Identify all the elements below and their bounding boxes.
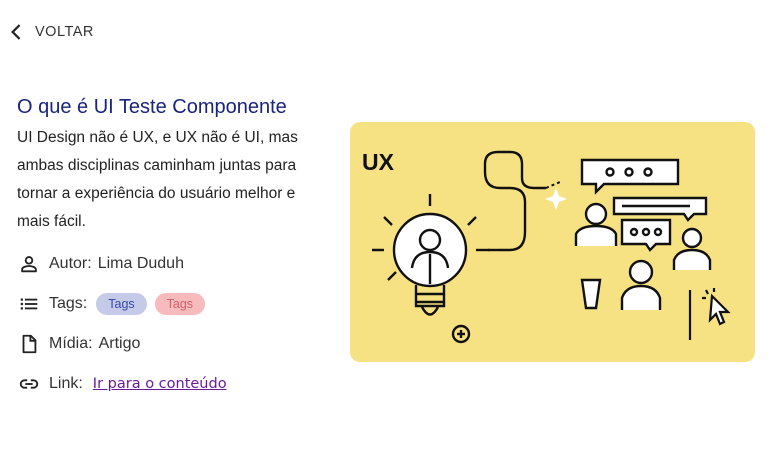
tags-label: Tags: <box>49 295 88 312</box>
sparkle-icon <box>545 188 567 210</box>
author-row: Autor: Lima Duduh <box>17 252 184 276</box>
author-value: Lima Duduh <box>97 255 184 272</box>
link-row: Link: Ir para o conteúdo <box>17 372 227 396</box>
article-description: UI Design não é UX, e UX não é UI, mas a… <box>17 129 298 230</box>
media-row: Mídia: Artigo <box>17 332 140 356</box>
tags-row: Tags: Tags Tags <box>17 292 210 316</box>
back-label: VOLTAR <box>35 24 94 40</box>
ux-illustration-art: UX <box>362 149 731 344</box>
person-icon <box>17 252 41 276</box>
tag-chip[interactable]: Tags <box>96 293 147 315</box>
page-title: O que é UI Teste Componente <box>17 96 287 118</box>
list-icon <box>17 292 41 316</box>
media-value: Artigo <box>98 335 141 352</box>
lightbulb-icon <box>372 194 498 344</box>
tag-chip[interactable]: Tags <box>154 293 206 315</box>
document-icon <box>17 332 41 356</box>
link-icon <box>17 372 41 396</box>
ux-illustration: UX <box>350 122 755 362</box>
media-label: Mídia: <box>49 335 93 352</box>
cursor-icon <box>688 288 731 340</box>
content-link[interactable]: Ir para o conteúdo <box>93 376 227 392</box>
author-label: Autor: <box>49 255 92 272</box>
ux-badge: UX <box>362 149 395 175</box>
back-button[interactable]: VOLTAR <box>6 22 94 42</box>
chevron-left-icon <box>11 24 21 40</box>
link-label: Link: <box>49 375 83 392</box>
